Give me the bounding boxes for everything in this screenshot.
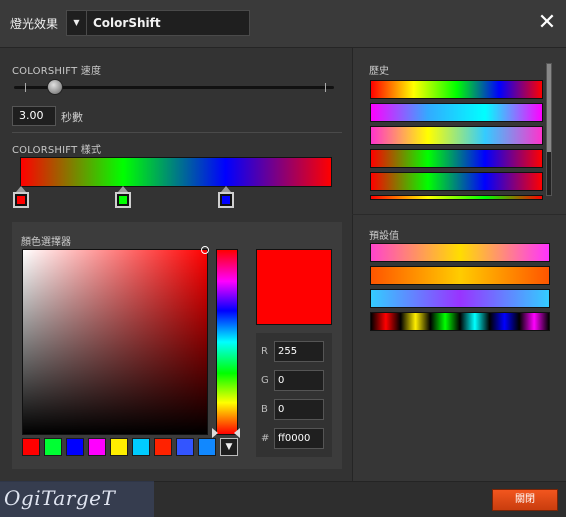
speed-label: COLORSHIFT 速度 bbox=[12, 66, 102, 77]
gradient-stop-1[interactable] bbox=[13, 186, 29, 208]
history-item[interactable] bbox=[370, 172, 543, 191]
speed-unit-label: 秒數 bbox=[61, 111, 83, 124]
more-swatches-icon[interactable]: ▼ bbox=[220, 438, 238, 456]
slider-tick bbox=[325, 83, 326, 92]
color-cursor[interactable] bbox=[201, 246, 209, 254]
hex-input[interactable]: ff0000 bbox=[274, 428, 324, 449]
color-preview bbox=[256, 249, 332, 325]
color-swatch[interactable] bbox=[198, 438, 216, 456]
hue-slider[interactable] bbox=[216, 249, 238, 435]
color-swatch[interactable] bbox=[22, 438, 40, 456]
scrollbar-thumb[interactable] bbox=[547, 64, 551, 152]
effect-dropdown[interactable]: ▼ ColorShift bbox=[66, 10, 250, 36]
color-swatch[interactable] bbox=[110, 438, 128, 456]
history-item[interactable] bbox=[370, 126, 543, 145]
color-swatch[interactable] bbox=[154, 438, 172, 456]
history-item[interactable] bbox=[370, 195, 543, 200]
close-icon[interactable]: ✕ bbox=[536, 12, 558, 34]
history-item[interactable] bbox=[370, 149, 543, 168]
red-input[interactable]: 255 bbox=[274, 341, 324, 362]
preset-item[interactable] bbox=[370, 266, 550, 285]
preset-item[interactable] bbox=[370, 312, 550, 331]
slider-tick bbox=[25, 83, 26, 92]
color-swatch[interactable] bbox=[176, 438, 194, 456]
red-row: R 255 bbox=[256, 341, 332, 363]
effect-dropdown-value: ColorShift bbox=[93, 16, 161, 30]
history-scrollbar[interactable] bbox=[546, 63, 552, 196]
green-label: G bbox=[261, 375, 269, 386]
hue-marker-left-icon[interactable] bbox=[212, 428, 218, 438]
gradient-pattern-bar[interactable] bbox=[20, 157, 332, 187]
hue-marker-right-icon[interactable] bbox=[234, 428, 240, 438]
preset-item[interactable] bbox=[370, 243, 550, 262]
history-item[interactable] bbox=[370, 80, 543, 99]
pattern-label: COLORSHIFT 樣式 bbox=[12, 145, 102, 156]
gradient-stop-3[interactable] bbox=[218, 186, 234, 208]
color-picker-label: 顏色選擇器 bbox=[21, 237, 71, 248]
close-button[interactable]: 關閉 bbox=[492, 489, 558, 511]
blue-input[interactable]: 0 bbox=[274, 399, 324, 420]
color-swatch[interactable] bbox=[132, 438, 150, 456]
preset-item[interactable] bbox=[370, 289, 550, 308]
watermark: OgiTargeT bbox=[0, 481, 154, 517]
blue-row: B 0 bbox=[256, 399, 332, 421]
divider bbox=[352, 214, 566, 215]
window-title: 燈光效果 bbox=[10, 17, 59, 31]
hex-row: # ff0000 bbox=[256, 428, 332, 450]
green-input[interactable]: 0 bbox=[274, 370, 324, 391]
color-swatch[interactable] bbox=[44, 438, 62, 456]
hex-label: # bbox=[261, 433, 270, 444]
rgb-panel: R 255 G 0 B 0 # ff0000 bbox=[256, 333, 332, 457]
history-item[interactable] bbox=[370, 103, 543, 122]
green-row: G 0 bbox=[256, 370, 332, 392]
lighting-effects-window: 燈光效果 ▼ ColorShift ✕ COLORSHIFT 速度 3.00 秒… bbox=[0, 0, 566, 517]
red-label: R bbox=[261, 346, 268, 357]
history-label: 歷史 bbox=[369, 66, 389, 77]
speed-slider-knob[interactable] bbox=[47, 79, 63, 95]
blue-label: B bbox=[261, 404, 268, 415]
speed-input[interactable]: 3.00 bbox=[12, 106, 56, 126]
divider bbox=[12, 132, 342, 133]
dropdown-arrow-icon[interactable]: ▼ bbox=[67, 11, 87, 35]
saturation-value-area[interactable] bbox=[22, 249, 208, 435]
gradient-stop-2[interactable] bbox=[115, 186, 131, 208]
presets-label: 預設值 bbox=[369, 231, 399, 242]
color-swatch[interactable] bbox=[88, 438, 106, 456]
header-bar: 燈光效果 ▼ ColorShift ✕ bbox=[0, 0, 566, 48]
color-swatch[interactable] bbox=[66, 438, 84, 456]
